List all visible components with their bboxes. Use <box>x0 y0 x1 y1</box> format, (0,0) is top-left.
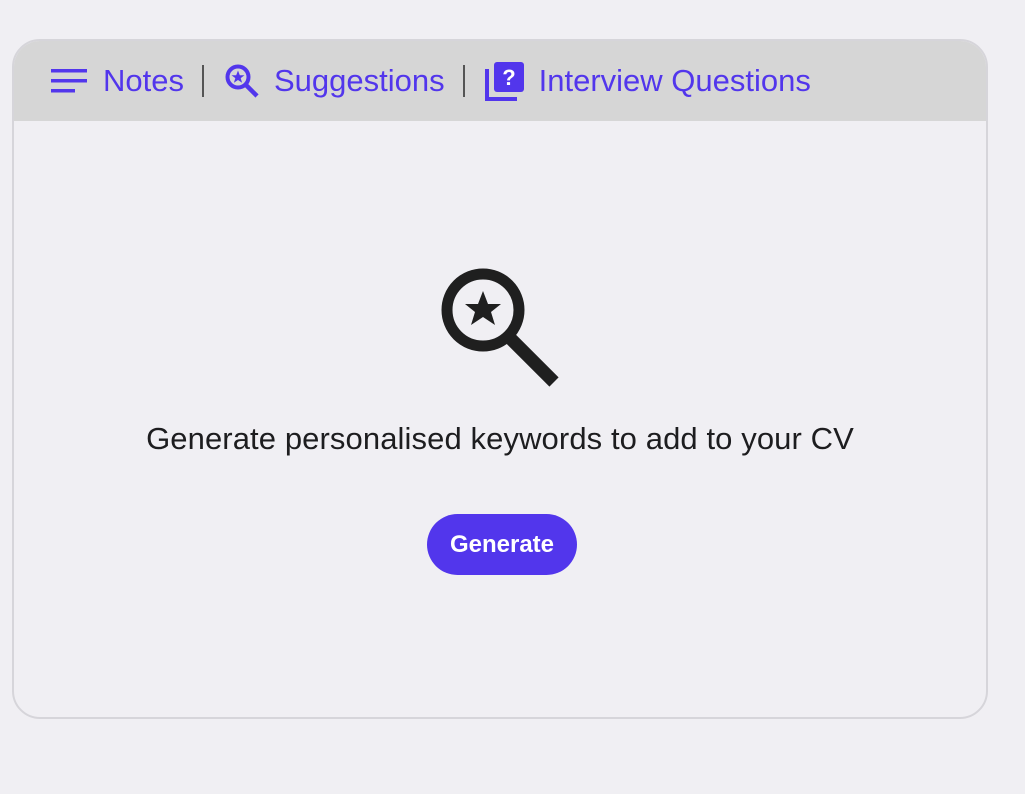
empty-state-message: Generate personalised keywords to add to… <box>146 421 854 456</box>
question-stack-icon: ? <box>484 61 525 101</box>
tab-notes-label: Notes <box>103 63 184 98</box>
notes-lines-icon <box>51 67 89 95</box>
generate-button[interactable]: Generate <box>427 514 577 575</box>
suggestions-panel: Notes Suggestions ? Interview Questions … <box>12 39 988 719</box>
magnify-star-icon <box>441 267 563 389</box>
tab-separator <box>462 65 465 97</box>
tab-notes[interactable]: Notes <box>51 63 184 99</box>
tab-suggestions[interactable]: Suggestions <box>224 63 445 99</box>
tab-interview-questions-label: Interview Questions <box>538 63 811 98</box>
tab-separator <box>201 65 204 97</box>
panel-body: Generate personalised keywords to add to… <box>14 121 986 717</box>
tab-interview-questions[interactable]: ? Interview Questions <box>484 61 811 101</box>
tab-suggestions-label: Suggestions <box>273 63 445 98</box>
svg-text:?: ? <box>502 65 515 90</box>
tab-bar: Notes Suggestions ? Interview Questions <box>14 41 986 121</box>
magnify-star-icon <box>224 63 260 99</box>
